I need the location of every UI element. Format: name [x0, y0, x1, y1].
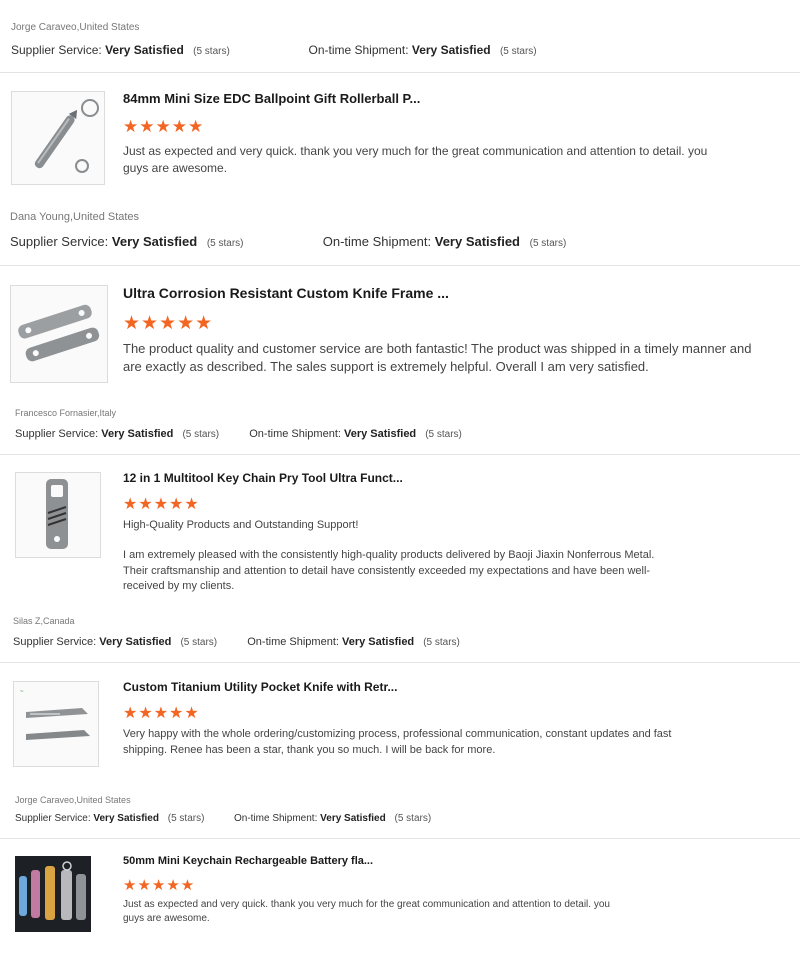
shipment-stars: (5 stars) — [499, 46, 537, 57]
shipment-value: Very Satisfied — [434, 234, 521, 249]
rating-stars: ★★★★★ — [123, 496, 200, 513]
divider — [0, 72, 800, 73]
supplier-service-label: Supplier Service: — [13, 636, 97, 648]
service-ratings: Supplier Service: Very Satisfied (5 star… — [10, 234, 566, 249]
supplier-service-value: Very Satisfied — [111, 234, 198, 249]
divider — [0, 662, 800, 663]
supplier-service-label: Supplier Service: — [11, 43, 102, 57]
flashlight-product-icon[interactable] — [15, 856, 91, 932]
shipment-label: On-time Shipment: — [249, 428, 341, 440]
divider — [0, 454, 800, 455]
shipment-stars: (5 stars) — [423, 637, 460, 648]
shipment-label: On-time Shipment: — [247, 636, 339, 648]
service-ratings: Supplier Service: Very Satisfied (5 star… — [15, 428, 462, 440]
svg-text:~: ~ — [20, 689, 24, 695]
reviewer-name: Silas Z,Canada — [13, 616, 75, 626]
reviewer-name: Dana Young,United States — [10, 211, 140, 223]
supplier-service-value: Very Satisfied — [93, 813, 159, 824]
rating-stars: ★★★★★ — [123, 117, 205, 136]
supplier-service-value: Very Satisfied — [101, 428, 174, 440]
shipment-value: Very Satisfied — [320, 813, 386, 824]
review-text: The product quality and customer service… — [123, 341, 752, 375]
divider — [0, 838, 800, 839]
product-title[interactable]: 84mm Mini Size EDC Ballpoint Gift Roller… — [123, 91, 420, 106]
review-text: Just as expected and very quick. thank y… — [123, 899, 610, 925]
shipment-stars: (5 stars) — [394, 813, 432, 824]
product-title[interactable]: Custom Titanium Utility Pocket Knife wit… — [123, 680, 397, 694]
product-title[interactable]: 12 in 1 Multitool Key Chain Pry Tool Ult… — [123, 471, 403, 485]
shipment-label: On-time Shipment: — [308, 43, 409, 57]
service-ratings: Supplier Service: Very Satisfied (5 star… — [13, 636, 460, 648]
shipment-label: On-time Shipment: — [322, 234, 432, 249]
knife-frame-product-icon[interactable] — [10, 285, 108, 383]
shipment-value: Very Satisfied — [344, 428, 417, 440]
review-heading: High-Quality Products and Outstanding Su… — [123, 519, 359, 531]
reviewer-name: Francesco Fornasier,Italy — [15, 408, 117, 418]
utility-knife-product-icon[interactable]: ~ — [13, 681, 99, 767]
service-ratings: Supplier Service: Very Satisfied (5 star… — [11, 43, 537, 57]
shipment-value: Very Satisfied — [411, 43, 491, 57]
rating-stars: ★★★★★ — [123, 877, 196, 894]
supplier-service-stars: (5 stars) — [182, 429, 220, 440]
reviewer-name: Jorge Caraveo,United States — [11, 22, 140, 33]
pen-product-icon[interactable] — [11, 91, 105, 185]
supplier-service-stars: (5 stars) — [167, 813, 205, 824]
review-text: Just as expected and very quick. thank y… — [123, 144, 708, 176]
supplier-service-stars: (5 stars) — [193, 46, 230, 57]
service-ratings: Supplier Service: Very Satisfied (5 star… — [15, 813, 431, 824]
supplier-service-stars: (5 stars) — [206, 238, 244, 249]
multitool-product-icon[interactable] — [15, 472, 101, 558]
divider — [0, 265, 800, 266]
supplier-service-label: Supplier Service: — [15, 428, 99, 440]
supplier-service-label: Supplier Service: — [10, 234, 109, 249]
shipment-stars: (5 stars) — [529, 238, 567, 249]
supplier-service-label: Supplier Service: — [15, 813, 91, 824]
reviewer-name: Jorge Caraveo,United States — [15, 795, 131, 805]
shipment-value: Very Satisfied — [342, 636, 415, 648]
supplier-service-value: Very Satisfied — [99, 636, 172, 648]
rating-stars: ★★★★★ — [123, 313, 214, 334]
product-title[interactable]: Ultra Corrosion Resistant Custom Knife F… — [123, 285, 449, 301]
review-text: I am extremely pleased with the consiste… — [123, 549, 655, 593]
review-text: Very happy with the whole ordering/custo… — [123, 728, 672, 756]
shipment-label: On-time Shipment: — [233, 813, 318, 824]
supplier-service-value: Very Satisfied — [105, 43, 184, 57]
supplier-service-stars: (5 stars) — [180, 637, 218, 648]
shipment-stars: (5 stars) — [425, 429, 462, 440]
rating-stars: ★★★★★ — [123, 705, 200, 722]
product-title[interactable]: 50mm Mini Keychain Rechargeable Battery … — [123, 855, 373, 867]
